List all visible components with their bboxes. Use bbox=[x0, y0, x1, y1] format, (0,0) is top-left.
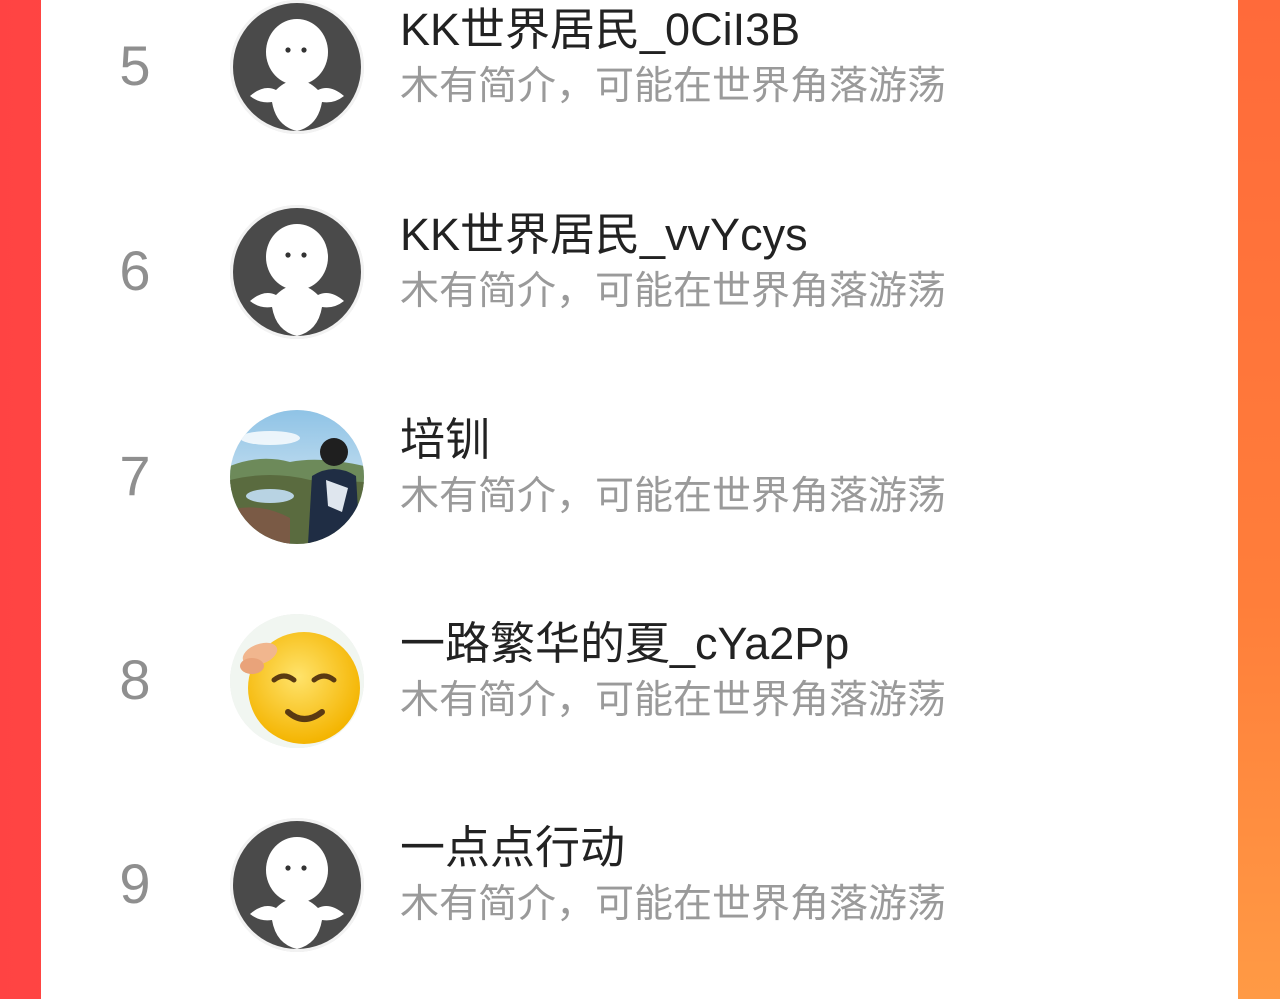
user-bio: 木有简介，可能在世界角落游荡 bbox=[400, 269, 947, 314]
user-bio: 木有简介，可能在世界角落游荡 bbox=[400, 64, 947, 109]
rank-number: 5 bbox=[119, 34, 151, 97]
ranking-list-item[interactable]: 7 培钏 木有简介，可能在世界角落游荡 bbox=[41, 410, 1238, 570]
default-avatar-icon[interactable] bbox=[230, 818, 364, 952]
rank-number: 6 bbox=[119, 239, 151, 302]
default-avatar-icon[interactable] bbox=[230, 0, 364, 134]
ranking-list-item[interactable]: 8 一路繁华的夏_cYa2Pp 木有简介，可能在世界角落游荡 bbox=[41, 614, 1238, 774]
default-avatar-icon[interactable] bbox=[230, 205, 364, 339]
user-name[interactable]: 一路繁华的夏_cYa2Pp bbox=[400, 618, 849, 670]
user-bio: 木有简介，可能在世界角落游荡 bbox=[400, 474, 947, 519]
user-name[interactable]: 一点点行动 bbox=[400, 822, 625, 874]
relieved-emoji-avatar[interactable] bbox=[230, 614, 364, 748]
user-bio: 木有简介，可能在世界角落游荡 bbox=[400, 678, 947, 723]
rank-number: 7 bbox=[119, 444, 151, 507]
user-name[interactable]: KK世界居民_0CiI3B bbox=[400, 4, 800, 56]
rank-number: 8 bbox=[119, 648, 151, 711]
user-name[interactable]: 培钏 bbox=[400, 414, 490, 466]
rank-number: 9 bbox=[119, 852, 151, 915]
landscape-photo-avatar[interactable] bbox=[230, 410, 364, 544]
ranking-list-item[interactable]: 9 一点点行动 木有简介，可能在世界角落游荡 bbox=[41, 818, 1238, 978]
ranking-list-item[interactable]: 6 KK世界居民_vvYcys 木有简介，可能在世界角落游荡 bbox=[41, 205, 1238, 365]
ranking-list-card: 5 KK世界居民_0CiI3B 木有简介，可能在世界角落游荡 6 KK世界居民_… bbox=[41, 0, 1238, 999]
user-bio: 木有简介，可能在世界角落游荡 bbox=[400, 882, 947, 927]
ranking-list-item[interactable]: 5 KK世界居民_0CiI3B 木有简介，可能在世界角落游荡 bbox=[41, 0, 1238, 160]
user-name[interactable]: KK世界居民_vvYcys bbox=[400, 209, 808, 261]
background-edge bbox=[1238, 0, 1280, 999]
